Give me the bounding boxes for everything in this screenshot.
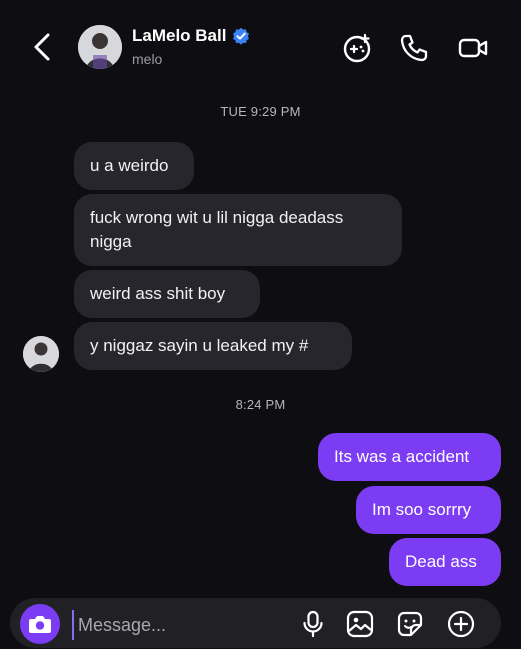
contact-name: LaMelo Ball (132, 26, 227, 45)
microphone-icon[interactable] (298, 609, 328, 639)
sticker-icon[interactable] (395, 609, 425, 639)
verified-badge-icon (233, 27, 250, 45)
message-input[interactable] (72, 610, 278, 640)
video-camera-icon[interactable] (457, 32, 489, 64)
chat-header: LaMelo Ball melo (0, 0, 521, 96)
camera-button[interactable] (20, 604, 60, 644)
received-message-line: nigga (90, 232, 132, 251)
phone-icon[interactable] (398, 32, 430, 64)
thread-timestamp: TUE 9:29 PM (220, 104, 301, 119)
received-message[interactable]: u a weirdo (74, 142, 194, 190)
contact-username: melo (132, 51, 163, 67)
sender-avatar[interactable] (23, 336, 59, 372)
received-message-line: fuck wrong wit u lil nigga deadass (90, 208, 344, 227)
received-message[interactable]: weird ass shit boy (74, 270, 260, 318)
sent-message[interactable]: Its was a accident (318, 433, 501, 481)
sent-message[interactable]: Im soo sorrry (356, 486, 501, 534)
camera-icon (29, 616, 51, 633)
received-message[interactable]: fuck wrong wit u lil nigga deadass nigga (74, 194, 402, 266)
game-controller-icon[interactable] (341, 32, 373, 64)
contact-name-row[interactable]: LaMelo Ball (132, 26, 250, 46)
plus-circle-icon[interactable] (446, 609, 476, 639)
back-chevron-icon[interactable] (28, 30, 58, 64)
image-icon[interactable] (345, 609, 375, 639)
received-message[interactable]: y niggaz sayin u leaked my # (74, 322, 352, 370)
sent-message[interactable]: Dead ass (389, 538, 501, 586)
contact-avatar[interactable] (78, 25, 122, 69)
thread-timestamp: 8:24 PM (235, 397, 286, 412)
